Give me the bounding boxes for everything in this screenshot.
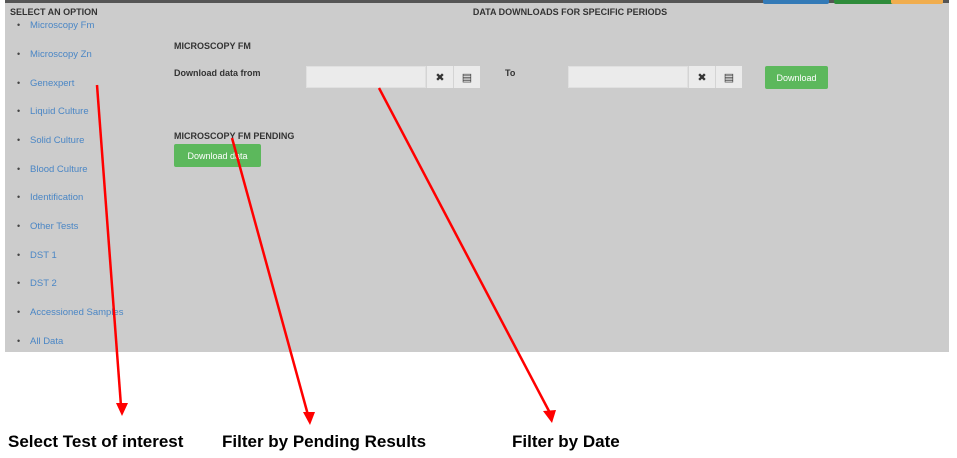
arrow-filter-date bbox=[377, 87, 552, 414]
arrowhead-pending-results bbox=[303, 412, 315, 425]
arrowhead-filter-date bbox=[543, 410, 556, 423]
arrowhead-select-test bbox=[116, 403, 128, 416]
caption-pending-results: Filter by Pending Results bbox=[222, 432, 427, 451]
arrow-pending-results bbox=[230, 137, 310, 416]
caption-select-test: Select Test of interest bbox=[8, 432, 184, 451]
caption-filter-date: Filter by Date bbox=[512, 432, 620, 451]
arrow-select-test bbox=[95, 84, 123, 407]
annotation-arrows bbox=[95, 84, 556, 425]
